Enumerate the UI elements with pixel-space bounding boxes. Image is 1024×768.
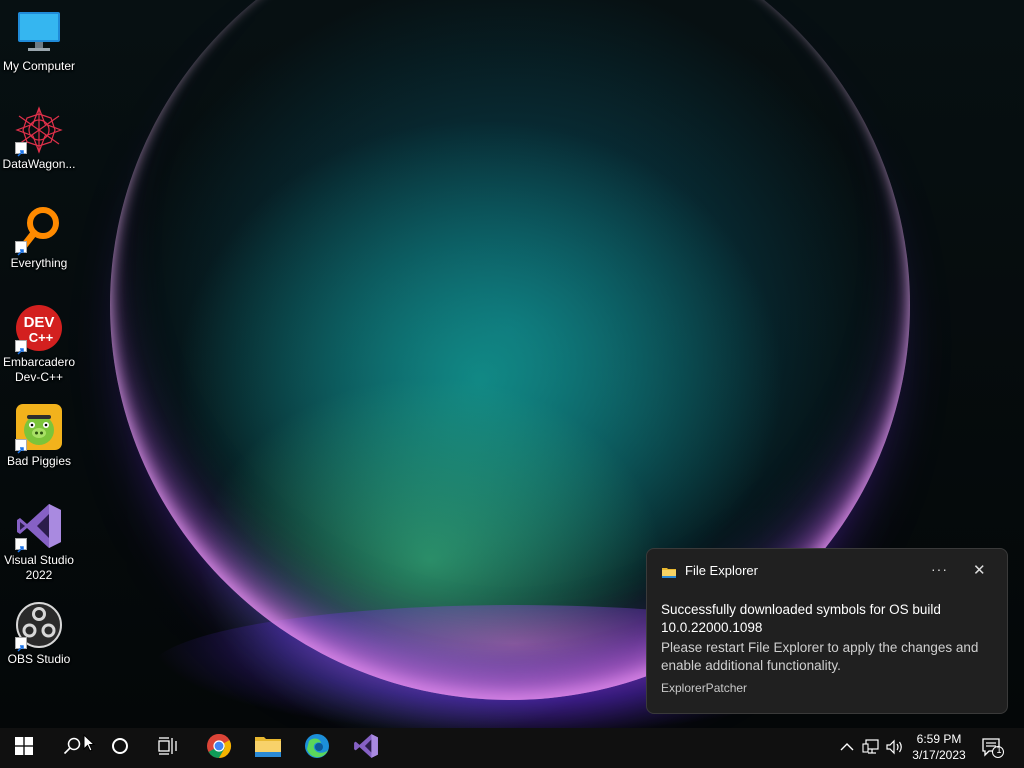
desktop-icon-devcpp[interactable]: DEV C++ Embarcadero Dev-C++ (0, 304, 78, 385)
desktop-icon-label: DataWagon... (2, 157, 76, 171)
edge-icon (304, 733, 330, 763)
shortcut-arrow-icon (15, 439, 27, 454)
bad-piggies-icon (15, 403, 63, 454)
taskbar-visual-studio[interactable] (342, 728, 390, 768)
toast-title: Successfully downloaded symbols for OS b… (661, 602, 941, 635)
desktop-icon-label: OBS Studio (7, 652, 71, 666)
shortcut-arrow-icon (15, 142, 27, 157)
desktop-icon-label: Embarcadero Dev-C++ (0, 355, 78, 385)
task-view-button[interactable] (144, 728, 192, 768)
desktop-icon-label: Everything (10, 256, 68, 270)
visual-studio-icon (353, 733, 379, 763)
notification-toast[interactable]: File Explorer ··· ✕ Successfully downloa… (646, 548, 1008, 714)
taskbar-edge[interactable] (293, 728, 341, 768)
desktop-icon-everything[interactable]: Everything (0, 205, 78, 271)
toast-app-name: File Explorer (685, 563, 758, 578)
shortcut-arrow-icon (15, 340, 27, 355)
shortcut-arrow-icon (15, 538, 27, 553)
desktop-icon-label: Bad Piggies (6, 454, 72, 468)
desktop-icon-visual-studio[interactable]: Visual Studio 2022 (0, 502, 78, 583)
start-button[interactable] (0, 728, 48, 768)
file-explorer-icon (255, 735, 281, 761)
show-hidden-icons-chevron-up-icon[interactable] (839, 738, 857, 756)
chrome-icon (206, 733, 232, 763)
shortcut-arrow-icon (15, 637, 27, 652)
volume-icon[interactable] (886, 738, 904, 756)
desktop-icon-bad-piggies[interactable]: Bad Piggies (0, 403, 78, 469)
folder-icon (662, 565, 676, 578)
visual-studio-icon (15, 502, 63, 553)
taskbar: 6:59 PM 3/17/2023 1 (0, 728, 1024, 768)
toast-attribution: ExplorerPatcher (661, 681, 748, 695)
datawagon-icon (15, 106, 63, 157)
label-line: Dev-C++ (14, 370, 64, 384)
clock-time: 6:59 PM (916, 732, 962, 746)
label-line: 2022 (25, 568, 53, 582)
shortcut-arrow-icon (15, 241, 27, 256)
search-icon (63, 737, 81, 759)
task-view-icon (158, 737, 178, 759)
svg-text:C++: C++ (29, 330, 54, 345)
label-line: Visual Studio (4, 553, 74, 567)
svg-text:DEV: DEV (24, 314, 55, 331)
desktop-icon-obs[interactable]: OBS Studio (0, 601, 78, 667)
desktop-icon-my-computer[interactable]: My Computer (0, 8, 78, 74)
desktop-icon-label: Visual Studio 2022 (0, 553, 78, 583)
devcpp-icon: DEV C++ (15, 304, 63, 355)
everything-search-icon (15, 205, 63, 256)
desktop[interactable]: My Computer DataWagon... Everything DEV … (0, 0, 1024, 728)
start-icon (15, 737, 33, 759)
label-line: Embarcadero (2, 355, 76, 369)
clock[interactable]: 6:59 PM 3/17/2023 (908, 731, 970, 763)
notification-count-badge: 1 (996, 745, 1002, 755)
action-center-button[interactable]: 1 (982, 738, 1006, 758)
more-options-button[interactable]: ··· (931, 561, 948, 577)
obs-icon (15, 601, 63, 652)
desktop-icon-datawagon[interactable]: DataWagon... (0, 106, 78, 172)
desktop-icon-label: My Computer (2, 59, 76, 73)
cortana-button[interactable] (96, 728, 144, 768)
network-icon[interactable] (862, 738, 880, 756)
mouse-cursor-icon (83, 733, 96, 757)
toast-body: Please restart File Explorer to apply th… (661, 640, 979, 673)
close-button[interactable]: ✕ (973, 561, 986, 579)
cortana-icon (111, 737, 129, 759)
taskbar-chrome[interactable] (195, 728, 243, 768)
clock-date: 3/17/2023 (912, 748, 966, 762)
monitor-icon (15, 8, 63, 56)
taskbar-file-explorer[interactable] (244, 728, 292, 768)
